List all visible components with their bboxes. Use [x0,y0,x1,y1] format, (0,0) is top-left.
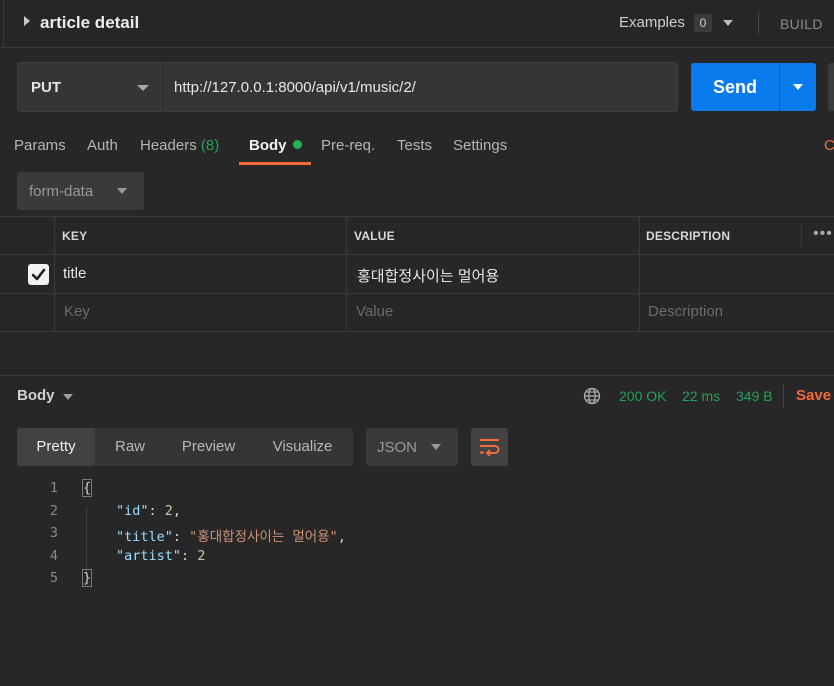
view-visualize-button[interactable]: Visualize [252,428,353,466]
globe-icon[interactable] [583,387,601,405]
url-input[interactable]: http://127.0.0.1:8000/api/v1/music/2/ [162,62,678,112]
row-enabled-checkbox[interactable] [28,264,49,285]
cookies-link-partial[interactable]: C [824,137,834,154]
save-button-partial[interactable] [828,63,834,111]
tab-body[interactable]: Body [249,137,302,154]
line-number: 2 [49,503,58,519]
code-line: 4 "artist": 2 [0,548,834,570]
tab-body-label: Body [249,137,287,154]
table-border-bottom [0,331,834,332]
request-title[interactable]: article detail [40,13,139,33]
response-time[interactable]: 22 ms [682,388,720,404]
code-line: 1 { [0,479,834,502]
checkmark-icon [31,268,46,281]
table-col-divider [54,216,55,331]
response-body-dropdown[interactable]: Body [17,387,55,404]
code-text: "artist": 2 [116,548,206,564]
request-header-bar: article detail Examples 0 BUILD [0,0,834,48]
build-button[interactable]: BUILD [780,16,823,32]
tab-headers-label: Headers [140,137,197,154]
tab-headers[interactable]: Headers (8) [140,137,219,154]
column-header-description: DESCRIPTION [646,229,731,243]
new-value-input[interactable]: Value [356,303,393,320]
tab-params[interactable]: Params [14,137,66,154]
row-key-cell[interactable]: title [63,265,86,282]
line-number: 3 [49,525,58,541]
save-response-button[interactable]: Save [796,387,831,404]
examples-chevron-down-icon[interactable] [723,20,733,26]
new-key-input[interactable]: Key [64,303,90,320]
left-edge-divider [0,0,4,48]
send-button[interactable]: Send [691,63,779,111]
response-header-divider [783,385,784,407]
table-border-top [0,216,834,217]
line-number: 5 [49,570,58,586]
column-header-value: VALUE [354,229,395,243]
body-type-select[interactable]: form-data [17,172,144,210]
examples-count-badge: 0 [694,14,712,32]
table-col-divider [801,224,802,246]
wrap-lines-button[interactable] [471,428,508,466]
code-text: { [81,479,93,497]
table-row-border [0,293,834,294]
body-active-dot-icon [292,140,302,149]
header-divider [758,12,759,34]
collapse-caret-icon[interactable] [24,16,30,26]
headers-count: (8) [200,137,220,154]
response-body-chevron-down-icon[interactable] [63,394,73,400]
active-tab-underline [239,162,311,165]
response-size[interactable]: 349 B [736,388,773,404]
method-select[interactable]: PUT [17,62,162,112]
body-type-chevron-down-icon [117,188,127,194]
method-chevron-down-icon [137,85,149,91]
wrap-lines-icon [480,439,500,457]
table-col-divider [639,216,640,331]
line-number: 4 [49,548,58,564]
tab-settings[interactable]: Settings [453,137,507,154]
code-line: 3 "title": "홍대합정사이는 멀어용", [0,525,834,547]
code-text: "id": 2, [116,503,182,519]
body-type-label: form-data [29,183,94,200]
code-line: 2 "id": 2, [0,503,834,525]
language-chevron-down-icon [431,444,441,450]
tab-prereq[interactable]: Pre-req. [321,137,375,154]
response-language-select[interactable]: JSON [366,428,458,466]
language-label: JSON [377,439,418,456]
row-value-cell[interactable]: 홍대합정사이는 멀어용 [357,265,499,286]
code-text: } [81,569,93,587]
chevron-down-icon [793,84,803,90]
method-label: PUT [31,79,61,96]
response-divider [0,375,834,376]
send-options-button[interactable] [779,63,816,111]
response-view-switcher: Pretty Raw Preview Visualize [17,428,353,466]
code-line: 5 } [0,569,834,592]
view-raw-button[interactable]: Raw [95,428,165,466]
new-description-input[interactable]: Description [648,303,723,320]
response-status[interactable]: 200 OK [619,388,666,404]
request-tabs: Params Auth Headers (8) Body Pre-req. Te… [0,130,834,166]
line-number: 1 [49,480,58,496]
more-options-icon[interactable]: ••• [813,225,833,243]
table-header-border [0,254,834,255]
tab-auth[interactable]: Auth [87,137,118,154]
view-preview-button[interactable]: Preview [165,428,252,466]
tab-tests[interactable]: Tests [397,137,432,154]
view-pretty-button[interactable]: Pretty [17,428,95,466]
code-text: "title": "홍대합정사이는 멀어용", [116,529,346,545]
column-header-key: KEY [62,229,88,243]
table-col-divider [346,216,347,331]
examples-button[interactable]: Examples [619,14,685,31]
